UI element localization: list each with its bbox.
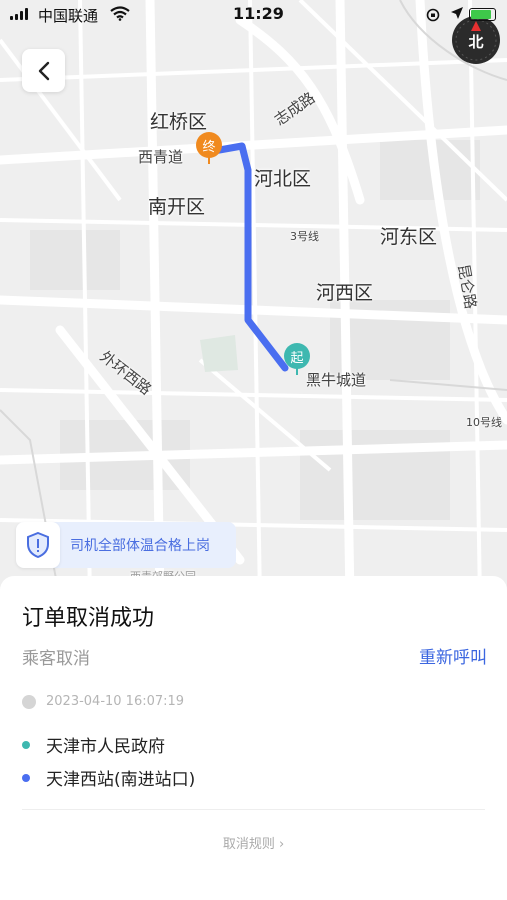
map-label-line3: 3号线 [290, 230, 319, 243]
start-pin: 起 [284, 343, 310, 375]
cancel-reason: 乘客取消 [22, 649, 90, 669]
status-bar: 中国联通 11:29 [0, 0, 507, 30]
shield-badge [16, 522, 60, 568]
battery-icon [469, 8, 496, 21]
map-label-hedong: 河东区 [380, 226, 438, 248]
cancel-rules-link[interactable]: 取消规则 › [0, 833, 507, 852]
map-label-hebei: 河北区 [254, 168, 312, 190]
destination-row: 天津西站(南进站口) [22, 765, 195, 790]
origin-address: 天津市人民政府 [46, 737, 165, 757]
map-label-heiniu: 黑牛城道 [306, 371, 367, 389]
map-label-xiqingdao: 西青道 [138, 148, 184, 166]
end-pin: 终 [196, 132, 222, 164]
back-button[interactable] [22, 49, 65, 92]
origin-dot-icon [22, 740, 30, 749]
order-time: 2023-04-10 16:07:19 [46, 694, 185, 709]
clock-time: 11:29 [233, 4, 284, 23]
map-label-nankai: 南开区 [148, 196, 206, 218]
chevron-left-icon [38, 61, 49, 80]
divider [22, 809, 485, 810]
driver-health-notice[interactable]: 司机全部体温合格上岗 [16, 522, 236, 568]
map-label-line10: 10号线 [466, 416, 502, 429]
order-time-row: 2023-04-10 16:07:19 [22, 694, 184, 709]
wifi-icon [110, 6, 130, 21]
destination-dot-icon [22, 773, 30, 782]
map-roads [0, 0, 507, 600]
carrier-name: 中国联通 [38, 7, 99, 25]
shield-icon [27, 532, 49, 558]
notice-text: 司机全部体温合格上岗 [70, 538, 210, 554]
clock-icon [22, 694, 36, 709]
destination-address: 天津西站(南进站口) [46, 770, 196, 790]
order-sheet: 订单取消成功 乘客取消 重新呼叫 2023-04-10 16:07:19 天津市… [0, 576, 507, 900]
recall-button[interactable]: 重新呼叫 [419, 643, 487, 668]
map-view[interactable]: 红桥区 西青道 河北区 南开区 志成路 3号线 河东区 河西区 昆仑路 外环西路… [0, 0, 507, 600]
map-label-hongqiao: 红桥区 [150, 111, 208, 133]
compass-north-label: 北 [468, 33, 484, 51]
map-label-hexi: 河西区 [316, 282, 374, 304]
order-status-title: 订单取消成功 [22, 606, 155, 631]
location-arrow-icon [451, 7, 463, 19]
origin-row: 天津市人民政府 [22, 732, 165, 757]
rotation-lock-icon [426, 8, 440, 22]
signal-icon [10, 8, 28, 20]
